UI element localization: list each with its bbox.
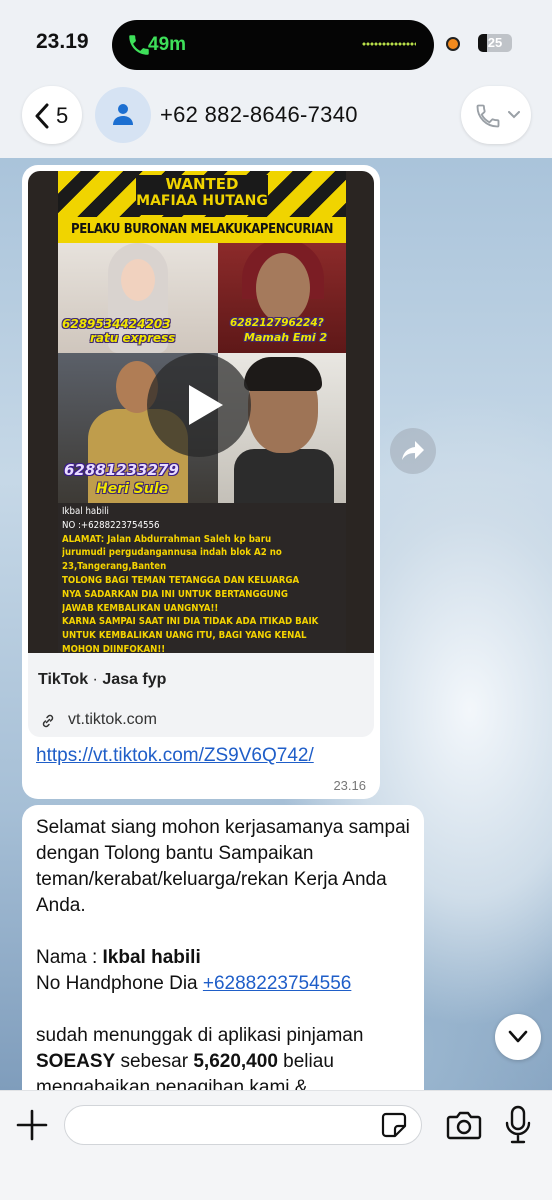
status-bar: 23.19 49m 25 (0, 0, 552, 84)
photo-2-phone: 628212796224? (230, 317, 324, 329)
message-bubble-link[interactable]: WANTED MAFIAA HUTANG PELAKU BURONAN MELA… (22, 165, 380, 799)
phone-label: No Handphone Dia (36, 973, 203, 994)
plus-icon[interactable] (14, 1107, 50, 1143)
link-icon (42, 714, 54, 728)
preview-source-author: Jasa fyp (102, 671, 167, 688)
name-value: Ikbal habili (102, 947, 201, 968)
avatar[interactable] (95, 87, 151, 143)
microphone-icon[interactable] (504, 1105, 532, 1145)
chevron-down-icon (508, 111, 520, 119)
scroll-to-bottom-button[interactable] (495, 1014, 541, 1060)
battery-level: 25 (487, 35, 503, 50)
message-text: Selamat siang mohon kerjasamanya sampai … (36, 815, 416, 1101)
message-gap (36, 919, 416, 945)
poster-text-line: MOHON DIINFOKAN!! (62, 643, 166, 653)
photo-2-face (256, 253, 310, 323)
play-button[interactable] (147, 353, 251, 457)
status-time: 23.19 (36, 30, 89, 53)
preview-source-name: TikTok (38, 671, 89, 688)
poster-text-line: JAWAB KEMBALIKAN UANGNYA!! (62, 602, 219, 614)
app-name: SOEASY (36, 1051, 116, 1072)
contact-name[interactable]: +62 882-8646-7340 (160, 102, 358, 128)
mic-in-use-indicator (446, 37, 460, 51)
message-phone-line: No Handphone Dia +6288223754556 (36, 971, 416, 997)
message-input[interactable] (64, 1105, 422, 1145)
message-timestamp: 23.16 (333, 778, 366, 793)
poster-text-line: ALAMAT: Jalan Abdurrahman Saleh kp baru (62, 533, 272, 545)
photo-2-name: Mamah Emi 2 (244, 331, 328, 344)
photo-4-hair (244, 357, 322, 391)
poster-text-line: UNTUK KEMBALIKAN UANG ITU, BAGI YANG KEN… (62, 630, 307, 642)
preview-source: TikTok · Jasa fyp (38, 671, 166, 689)
poster-text-line: NYA SADARKAN DIA INI UNTUK BERTANGGUNG (62, 588, 288, 600)
message-name-line: Nama : Ikbal habili (36, 945, 416, 971)
compose-bar (0, 1090, 552, 1200)
camera-icon[interactable] (446, 1109, 482, 1141)
poster-text-line: NO :+6288223754556 (62, 519, 160, 531)
photo-1-face (121, 259, 155, 301)
phone-icon (476, 104, 500, 128)
unread-count: 5 (56, 103, 69, 128)
forward-icon (402, 441, 424, 460)
debt-mid: sebesar (115, 1051, 194, 1072)
audio-waveform-icon (362, 42, 416, 46)
debt-prefix: sudah menunggak di aplikasi pinjaman (36, 1025, 364, 1046)
link-preview-card[interactable]: WANTED MAFIAA HUTANG PELAKU BURONAN MELA… (28, 171, 374, 737)
sticker-icon[interactable] (380, 1111, 408, 1139)
debt-amount: 5,620,400 (193, 1051, 278, 1072)
photo-1-name: ratu express (90, 331, 176, 345)
poster-text-line: 23,Tangerang,Banten (62, 561, 167, 573)
name-label: Nama : (36, 947, 103, 968)
chevron-down-icon (508, 1030, 528, 1043)
poster-text-line: Ikbal habili (62, 506, 109, 517)
person-icon (113, 104, 133, 125)
poster-text-line: TOLONG BAGI TEMAN TETANGGA DAN KELUARGA (62, 574, 300, 586)
phone-link[interactable]: +6288223754556 (203, 973, 351, 994)
back-button[interactable]: 5 (22, 86, 82, 144)
video-thumbnail[interactable]: WANTED MAFIAA HUTANG PELAKU BURONAN MELA… (28, 171, 374, 653)
play-icon (189, 385, 223, 425)
photo-3-phone: 62881233279 (64, 461, 179, 479)
poster-title: WANTED (165, 175, 239, 193)
poster-subtitle: PELAKU BURONAN MELAKUKAPENCURIAN UANG (58, 217, 346, 263)
call-button[interactable] (461, 86, 531, 144)
active-call-pill[interactable]: 49m (112, 20, 434, 70)
message-bubble-text[interactable]: Selamat siang mohon kerjasamanya sampai … (22, 805, 424, 1135)
call-duration: 49m (148, 34, 187, 55)
message-gap-2 (36, 997, 416, 1023)
photo-4-body (234, 449, 334, 503)
poster-text-line: KARNA SAMPAI SAAT INI DIA TIDAK ADA ITIK… (62, 616, 319, 628)
preview-domain: vt.tiktok.com (68, 711, 157, 728)
poster-text-block: Ikbal habili NO :+6288223754556 ALAMAT: Ja… (62, 505, 344, 653)
message-link[interactable]: https://vt.tiktok.com/ZS9V6Q742/ (36, 745, 314, 767)
chat-header: 5 +62 882-8646-7340 (0, 84, 552, 158)
poster-text-line: jurumudi pergudangannusa indah blok A2 n… (62, 547, 282, 559)
photo-3-name: Heri Sule (96, 481, 169, 497)
battery-icon: 25 (478, 34, 512, 52)
preview-source-separator: · (92, 671, 98, 688)
chevron-left-icon (35, 103, 49, 129)
message-greeting: Selamat siang mohon kerjasamanya sampai … (36, 817, 410, 916)
poster-title-2: MAFIAA HUTANG (136, 193, 268, 209)
photo-1-phone: 6289534424203 (62, 317, 171, 331)
forward-button[interactable] (390, 428, 436, 474)
